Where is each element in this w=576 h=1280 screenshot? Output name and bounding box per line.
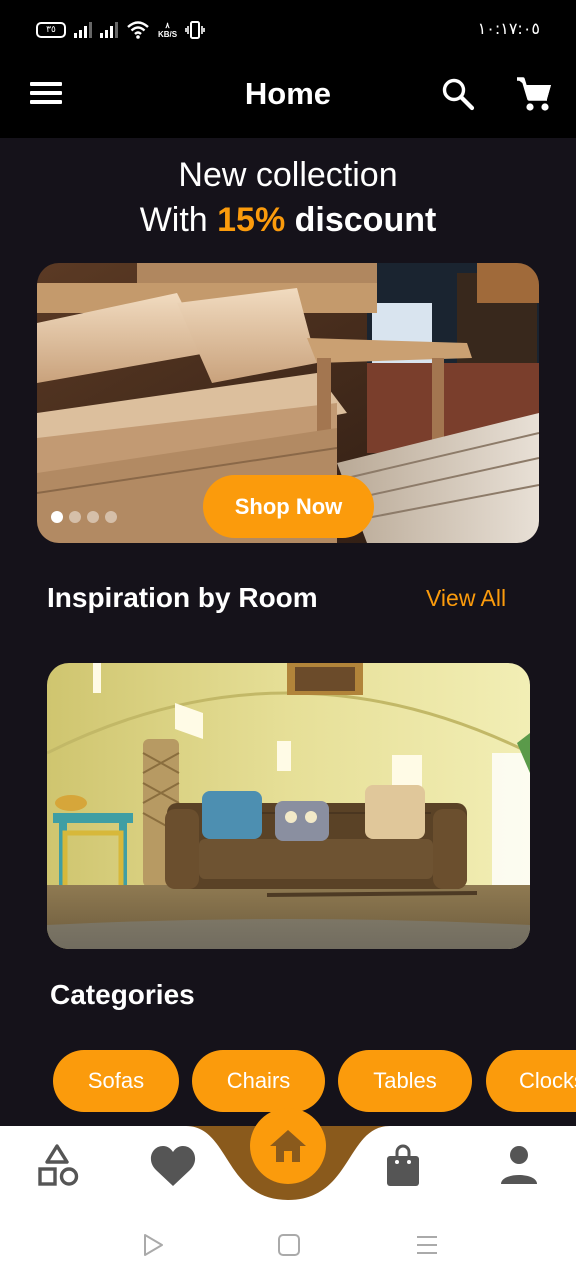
inspiration-title: Inspiration by Room <box>47 582 318 613</box>
network-speed: ٨ KB/S <box>158 21 177 39</box>
category-chip-sofas[interactable]: Sofas <box>53 1050 179 1112</box>
home-button[interactable] <box>250 1108 326 1184</box>
vibrate-icon <box>185 21 205 39</box>
carousel-indicator <box>51 511 117 523</box>
hero-title: New collection <box>178 156 398 194</box>
category-chip-tables[interactable]: Tables <box>338 1050 472 1112</box>
category-chip-chairs[interactable]: Chairs <box>192 1050 325 1112</box>
carousel-dot[interactable] <box>51 511 63 523</box>
status-icons: ٣٥ ٨ KB/S <box>36 18 205 42</box>
hero-subtitle-suffix: discount <box>285 201 437 239</box>
status-bar: ٣٥ ٨ KB/S ١٠:١٧:٠٥ <box>0 0 576 60</box>
signal-icon <box>74 22 92 38</box>
search-icon[interactable] <box>440 76 476 112</box>
carousel-dot[interactable] <box>105 511 117 523</box>
room-card[interactable] <box>47 663 530 949</box>
bag-icon[interactable] <box>378 1144 428 1188</box>
categories-title: Categories <box>50 979 195 1010</box>
network-speed-value: ٨ <box>165 21 170 30</box>
person-icon[interactable] <box>494 1144 544 1188</box>
category-chip-clocks[interactable]: Clocks <box>486 1050 576 1112</box>
heart-icon[interactable] <box>148 1144 198 1188</box>
view-all-link[interactable]: View All <box>426 585 506 612</box>
battery-level: ٣٥ <box>46 25 56 35</box>
home-screen: ٣٥ ٨ KB/S ١٠:١٧:٠٥ Home New collection W… <box>0 0 576 1280</box>
hero-subtitle-prefix: With <box>139 201 218 239</box>
hero-subtitle: With 15% discount <box>0 201 576 240</box>
cart-icon[interactable] <box>514 74 554 114</box>
discount-value: 15% <box>217 201 286 239</box>
carousel-dot[interactable] <box>69 511 81 523</box>
page-title: Home <box>244 76 332 111</box>
network-speed-unit: KB/S <box>158 30 178 39</box>
recents-icon[interactable] <box>414 1232 440 1258</box>
signal-icon-2 <box>100 22 118 38</box>
category-chips: Sofas Chairs Tables Clocks <box>53 1050 576 1112</box>
home-square-icon[interactable] <box>276 1232 302 1258</box>
back-icon[interactable] <box>140 1232 166 1258</box>
app-bar: Home <box>0 60 576 138</box>
home-icon <box>270 1130 306 1162</box>
status-time: ١٠:١٧:٠٥ <box>477 19 540 38</box>
shop-now-button[interactable]: Shop Now <box>203 475 374 538</box>
carousel-dot[interactable] <box>87 511 99 523</box>
wifi-icon <box>127 21 149 39</box>
system-navigation <box>0 1204 576 1280</box>
battery-icon: ٣٥ <box>36 22 66 38</box>
shapes-icon[interactable] <box>36 1144 86 1188</box>
living-room-image <box>47 663 530 949</box>
